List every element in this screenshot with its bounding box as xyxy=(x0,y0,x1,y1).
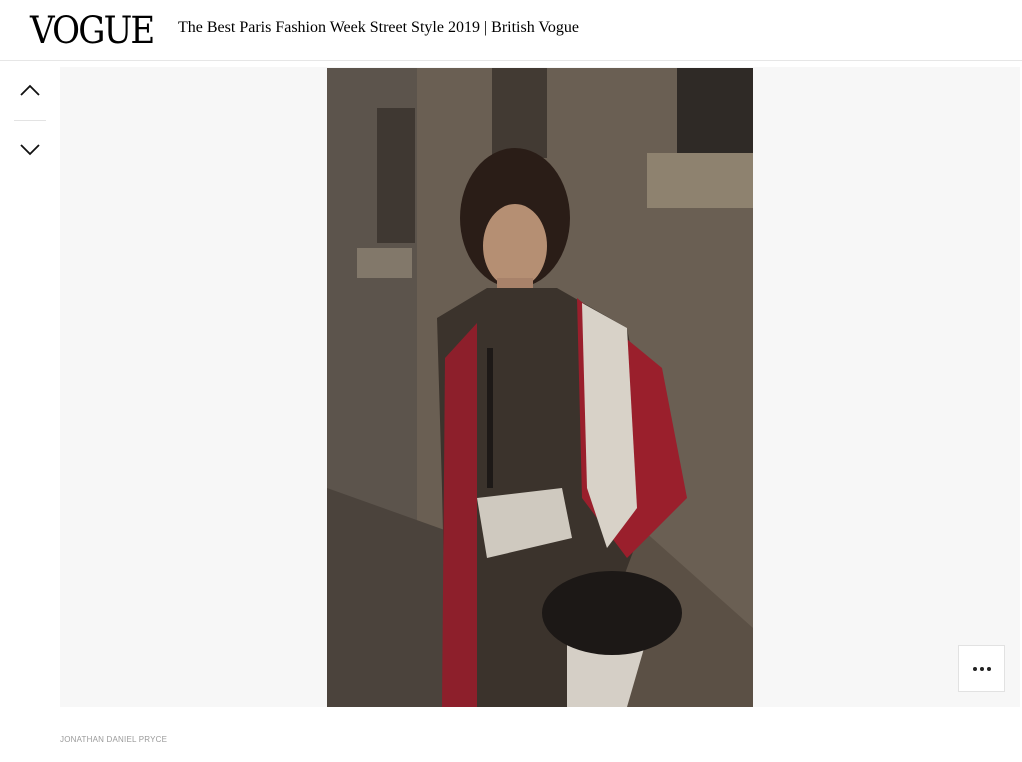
chevron-down-icon xyxy=(20,144,40,156)
gallery-photo[interactable] xyxy=(327,68,753,707)
more-options-button[interactable] xyxy=(958,645,1005,692)
next-button[interactable] xyxy=(14,132,46,168)
photo-illustration xyxy=(327,68,753,707)
chevron-up-icon xyxy=(20,84,40,96)
previous-button[interactable] xyxy=(14,72,46,108)
vogue-logo[interactable]: VOGUE xyxy=(30,9,155,53)
gallery-navigation xyxy=(0,62,60,182)
gallery-stage xyxy=(60,67,1020,707)
photo-credit: JONATHAN DANIEL PRYCE xyxy=(60,735,168,744)
page-title: The Best Paris Fashion Week Street Style… xyxy=(178,19,580,36)
nav-divider xyxy=(14,120,46,121)
site-header: VOGUE The Best Paris Fashion Week Street… xyxy=(0,0,1022,61)
more-horizontal-icon xyxy=(971,666,992,671)
